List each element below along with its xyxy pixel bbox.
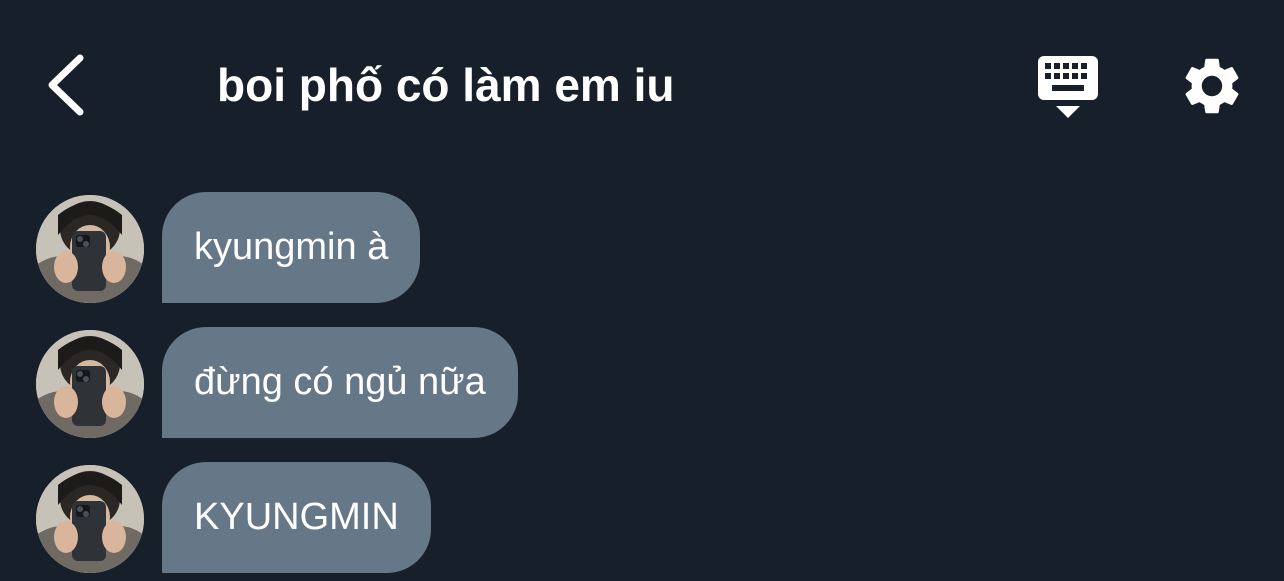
- avatar[interactable]: [36, 195, 144, 303]
- chevron-left-icon: [48, 54, 84, 116]
- message-bubble[interactable]: KYUNGMIN: [162, 462, 431, 573]
- back-button[interactable]: [40, 50, 96, 120]
- message-text: đừng có ngủ nữa: [194, 361, 486, 403]
- message-row: kyungmin à: [0, 192, 1284, 303]
- avatar-photo: [36, 330, 144, 438]
- message-row: KYUNGMIN: [0, 462, 1284, 573]
- keyboard-button[interactable]: [1034, 52, 1102, 122]
- settings-button[interactable]: [1178, 52, 1246, 120]
- gear-icon: [1185, 58, 1239, 114]
- message-text: kyungmin à: [194, 226, 389, 268]
- avatar-photo: [36, 465, 144, 573]
- chat-title: boi phố có làm em iu: [217, 59, 675, 111]
- avatar[interactable]: [36, 465, 144, 573]
- message-text: KYUNGMIN: [194, 496, 399, 538]
- message-bubble[interactable]: đừng có ngủ nữa: [162, 327, 518, 438]
- message-bubble[interactable]: kyungmin à: [162, 192, 421, 303]
- keyboard-hide-icon: [1038, 56, 1098, 118]
- avatar-photo: [36, 195, 144, 303]
- avatar[interactable]: [36, 330, 144, 438]
- chat-header: boi phố có làm em iu: [0, 0, 1284, 170]
- message-row: đừng có ngủ nữa: [0, 327, 1284, 438]
